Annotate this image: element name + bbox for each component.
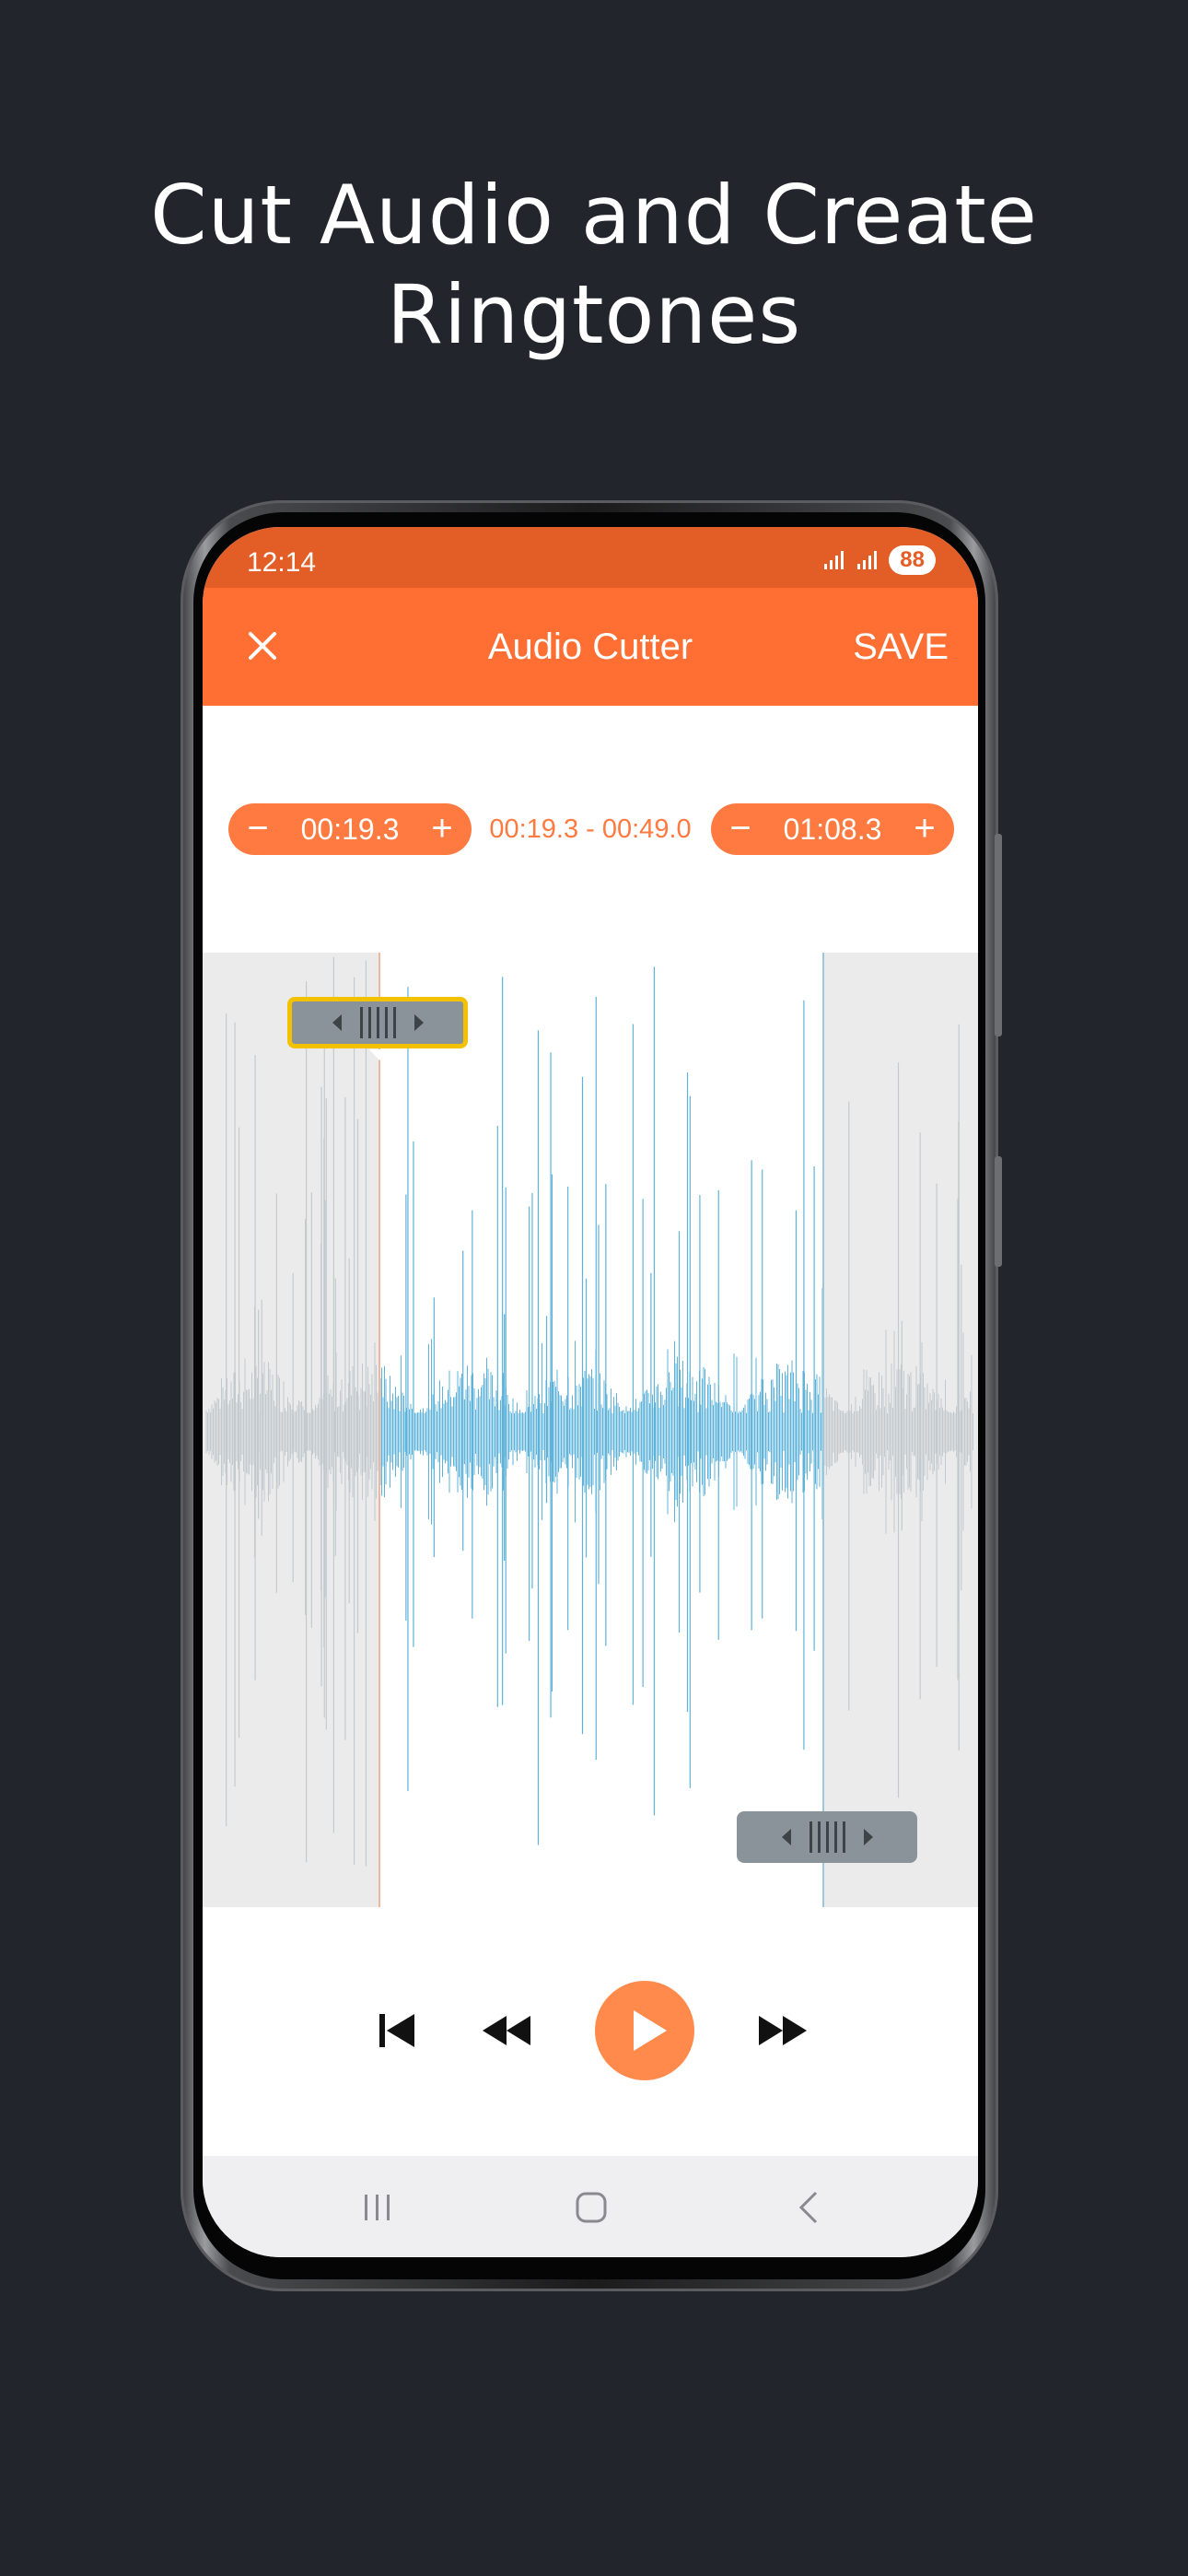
playback-controls [203, 1981, 978, 2091]
start-time-value: 00:19.3 [300, 813, 400, 846]
play-button[interactable] [595, 1981, 694, 2080]
status-icons: 88 [822, 545, 936, 575]
headline-line-2: Ringtones [386, 267, 802, 362]
power-button [995, 1156, 1002, 1267]
start-marker-line [379, 953, 380, 1907]
signal-icon [824, 551, 844, 569]
headline-line-1: Cut Audio and Create [150, 168, 1038, 263]
save-button[interactable]: SAVE [853, 626, 949, 668]
recent-apps-icon[interactable] [357, 2191, 398, 2224]
home-icon[interactable] [573, 2189, 610, 2226]
trim-time-controls: − 00:19.3 + 00:19.3 - 00:49.0 − 01:08.3 … [203, 803, 978, 859]
app-bar: Audio Cutter SAVE [203, 588, 978, 706]
start-trim-handle[interactable] [287, 997, 468, 1060]
phone-screen: 12:14 88 Audio Cutter SAVE − 00:19.3 + 0… [203, 527, 978, 2257]
start-increment-button[interactable]: + [416, 803, 468, 855]
chevron-right-icon [413, 1014, 424, 1031]
signal-icon [857, 551, 878, 569]
end-time-stepper: − 01:08.3 + [711, 803, 954, 855]
promo-headline: Cut Audio and Create Ringtones [0, 166, 1188, 365]
back-icon[interactable] [792, 2189, 825, 2226]
start-time-stepper: − 00:19.3 + [228, 803, 472, 855]
end-trim-handle[interactable] [737, 1811, 917, 1863]
end-decrement-button[interactable]: − [715, 803, 766, 855]
battery-indicator: 88 [889, 545, 936, 575]
play-icon [634, 2010, 667, 2051]
end-time-value: 01:08.3 [783, 813, 882, 846]
end-marker-line [822, 953, 824, 1907]
status-time: 12:14 [247, 547, 317, 578]
chevron-left-icon [332, 1014, 342, 1031]
system-nav-bar [203, 2156, 978, 2257]
drag-grip-icon [809, 1821, 845, 1853]
volume-button [995, 834, 1002, 1036]
drag-grip-icon [359, 1007, 396, 1038]
start-decrement-button[interactable]: − [232, 803, 284, 855]
rewind-icon[interactable] [479, 2005, 534, 2056]
trimmed-region-start [203, 953, 379, 1907]
chevron-left-icon [781, 1829, 791, 1845]
fast-forward-icon[interactable] [755, 2005, 810, 2056]
skip-previous-icon[interactable] [372, 2005, 424, 2056]
selection-range: 00:19.3 - 00:49.0 [489, 814, 692, 844]
chevron-right-icon [863, 1829, 873, 1845]
waveform-editor[interactable] [203, 953, 978, 1907]
trimmed-region-end [823, 953, 978, 1907]
status-bar: 12:14 88 [203, 527, 978, 588]
end-increment-button[interactable]: + [899, 803, 950, 855]
